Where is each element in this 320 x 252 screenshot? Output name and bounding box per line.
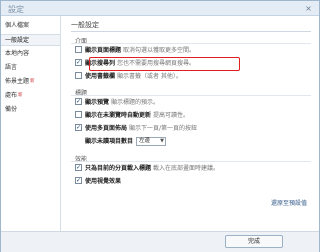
sidebar-item-layout[interactable]: 處布新 xyxy=(1,90,60,102)
chevron-down-icon: ▼ xyxy=(160,138,165,144)
settings-dialog: 設定 × 個人檔案 一般設定 本地內容 語言 佈景主題新 處布新 備份 一般設定… xyxy=(0,0,320,252)
option-show-preview: ✓ 顯示預覽 顯示標題的預示。 xyxy=(75,98,159,108)
option-label: 使用多頁面佈局 xyxy=(85,125,128,132)
checkbox-show-search-bar[interactable]: ✓ xyxy=(75,59,82,66)
close-icon[interactable]: × xyxy=(304,4,313,13)
sidebar-item-language[interactable]: 語言 xyxy=(1,62,60,74)
sidebar-item-label: 備份 xyxy=(5,106,18,113)
new-badge: 新 xyxy=(30,79,35,84)
sidebar-item-label: 處布 xyxy=(5,92,18,99)
checkbox-load-current-tab-only[interactable]: ✓ xyxy=(75,164,82,171)
sidebar-item-label: 語言 xyxy=(5,64,18,71)
title-bar: 設定 × xyxy=(1,1,319,16)
option-label: 顯示頁面標題 xyxy=(85,47,122,54)
done-button[interactable]: 完成 xyxy=(225,235,283,248)
option-description: 提高可讀性。 xyxy=(153,112,190,119)
select-label: 顯示未讀項目數目 xyxy=(85,138,134,145)
unread-count-select[interactable]: 左邊 ▼ xyxy=(136,137,167,146)
option-description: 載入在底部畫面時建議。 xyxy=(153,165,220,172)
section-title: 一般設定 xyxy=(71,21,99,29)
sidebar-item-backup[interactable]: 備份 xyxy=(1,104,60,116)
sidebar-item-label: 一般設定 xyxy=(5,37,30,44)
option-multi-page-layout: ✓ 使用多頁面佈局 顯示下一頁/第一頁的按鈕 xyxy=(75,124,197,134)
settings-sidebar: 個人檔案 一般設定 本地內容 語言 佈景主題新 處布新 備份 xyxy=(1,16,61,231)
option-auto-update: 顯示在未瀏覽時自動更新 提高可讀性。 xyxy=(75,111,189,121)
sidebar-item-label: 本地內容 xyxy=(5,50,30,57)
checkbox-show-page-title[interactable] xyxy=(75,46,82,53)
sidebar-item-profile[interactable]: 個人檔案 xyxy=(1,20,60,32)
checkbox-use-bookmarks-bar[interactable] xyxy=(75,72,82,79)
option-load-current-tab-only: ✓ 只為目前的分頁載入標題 載入在底部畫面時建議。 xyxy=(75,164,219,174)
option-description: 取消勾選以獲取更多空間。 xyxy=(123,47,196,54)
option-description: 顯示標題的預示。 xyxy=(111,99,160,106)
option-label: 顯示在未瀏覽時自動更新 xyxy=(85,112,152,119)
sidebar-item-label: 個人檔案 xyxy=(5,22,30,29)
sidebar-item-themes[interactable]: 佈景主題新 xyxy=(1,76,60,88)
option-description: 顯示下一頁/第一頁的按鈕 xyxy=(129,125,198,132)
option-description: 顯示書籤（或者 其他）。 xyxy=(117,73,182,80)
checkbox-show-preview[interactable]: ✓ xyxy=(75,98,82,105)
option-label: 使用書籤欄 xyxy=(85,73,116,80)
group-divider xyxy=(71,95,311,96)
sidebar-item-label: 佈景主題 xyxy=(5,78,30,85)
group-divider xyxy=(71,43,311,44)
checkbox-multi-page-layout[interactable]: ✓ xyxy=(75,124,82,131)
option-visual-effects: ✓ 使用視覺效果 xyxy=(75,177,121,187)
checkbox-visual-effects[interactable]: ✓ xyxy=(75,177,82,184)
title-divider xyxy=(71,31,311,32)
reset-defaults-link[interactable]: 還原至預設值 xyxy=(271,198,307,207)
option-label: 只為目前的分頁載入標題 xyxy=(85,165,152,172)
option-label: 使用視覺效果 xyxy=(85,178,122,185)
option-label: 顯示預覽 xyxy=(85,99,110,106)
new-badge: 新 xyxy=(18,93,23,98)
dialog-title: 設定 xyxy=(8,5,24,14)
select-value: 左邊 xyxy=(139,138,151,144)
highlight-annotation xyxy=(89,57,240,71)
checkbox-auto-update[interactable] xyxy=(75,111,82,118)
settings-content: 一般設定 介面 顯示頁面標題 取消勾選以獲取更多空間。 ✓ 顯示搜尋列 您也不需要用搜… xyxy=(61,16,319,231)
option-show-page-title: 顯示頁面標題 取消勾選以獲取更多空間。 xyxy=(75,46,195,56)
sidebar-item-general[interactable]: 一般設定 xyxy=(1,34,60,46)
dialog-footer: 完成 xyxy=(1,231,319,252)
option-use-bookmarks-bar: 使用書籤欄 顯示書籤（或者 其他）。 xyxy=(75,72,182,82)
group-divider xyxy=(71,161,311,162)
option-unread-count: 顯示未讀項目數目 左邊 ▼ xyxy=(85,137,167,147)
sidebar-item-local-content[interactable]: 本地內容 xyxy=(1,48,60,60)
